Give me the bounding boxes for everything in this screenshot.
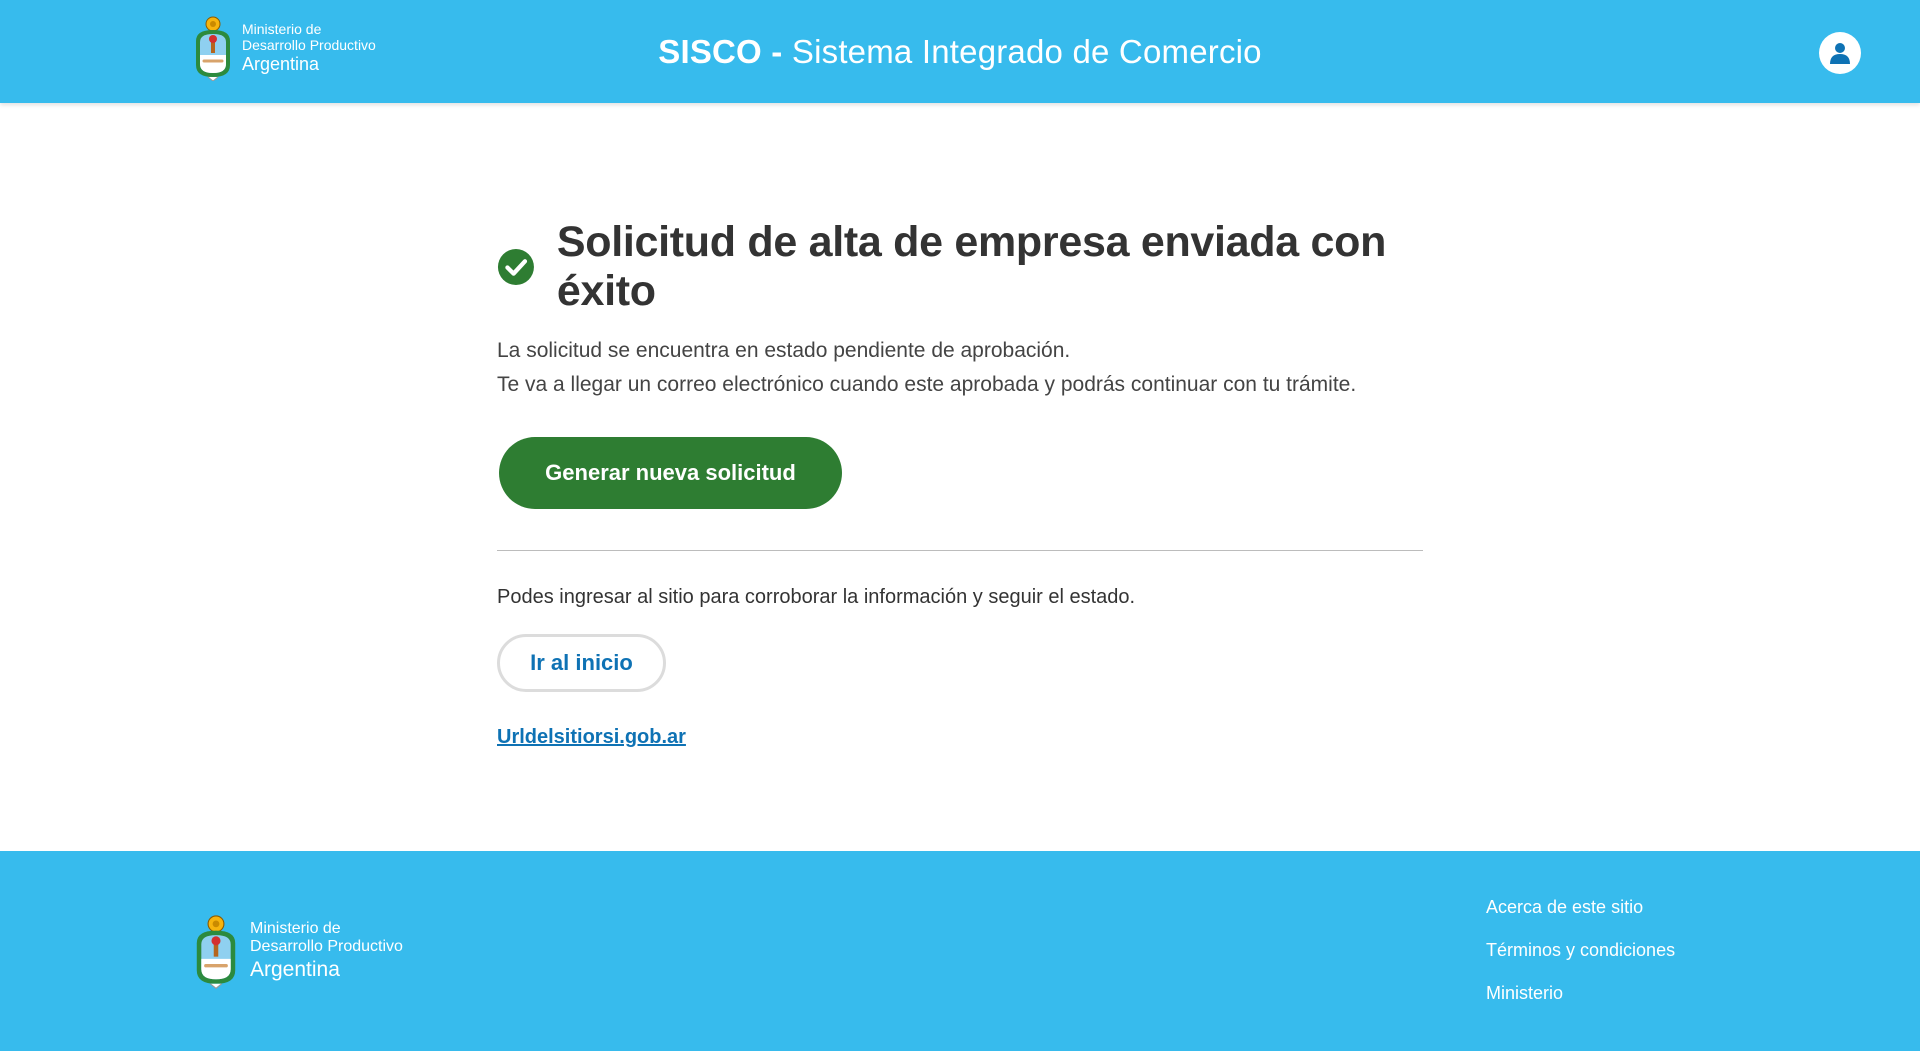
site-url-link[interactable]: Urldelsitiorsi.gob.ar [497,726,686,749]
divider [497,550,1423,551]
description-line-1: La solicitud se encuentra en estado pend… [497,339,1071,362]
footer-logo[interactable]: Ministerio de Desarrollo Productivo Arge… [190,913,403,989]
footer-logo-text: Ministerio de Desarrollo Productivo Arge… [250,920,403,982]
user-menu-button[interactable] [1819,32,1861,74]
description-line-2: Te va a llegar un correo electrónico cua… [497,373,1357,396]
footer-link-terms[interactable]: Términos y condiciones [1486,940,1675,961]
check-circle-icon [497,249,534,285]
user-icon [1830,43,1850,64]
argentina-coat-of-arms-icon [196,915,236,989]
header: Ministerio de Desarrollo Productivo Arge… [0,0,1920,103]
app-title-acronym: SISCO [658,33,762,70]
footer-link-ministry[interactable]: Ministerio [1486,983,1675,1004]
new-request-button[interactable]: Generar nueva solicitud [499,437,842,509]
footer-link-about[interactable]: Acerca de este sitio [1486,897,1675,918]
status-description: La solicitud se encuentra en estado pend… [497,334,1447,402]
info-text: Podes ingresar al sitio para corroborar … [497,586,1136,608]
go-home-button[interactable]: Ir al inicio [497,634,666,692]
success-heading-row: Solicitud de alta de empresa enviada con… [497,218,1447,316]
footer-logo-line-1: Ministerio de [250,920,341,938]
app-title-name: Sistema Integrado de Comercio [791,33,1262,70]
footer-links: Acerca de este sitio Términos y condicio… [1486,897,1675,1026]
app-title: SISCO - Sistema Integrado de Comercio [0,33,1920,71]
page-title: Solicitud de alta de empresa enviada con… [556,218,1387,315]
footer-logo-line-2: Desarrollo Productivo [250,938,403,956]
app-title-separator: - [761,33,792,70]
footer-logo-line-3: Argentina [250,957,340,981]
footer: Ministerio de Desarrollo Productivo Arge… [0,851,1920,1051]
main-content: Solicitud de alta de empresa enviada con… [497,218,1447,748]
